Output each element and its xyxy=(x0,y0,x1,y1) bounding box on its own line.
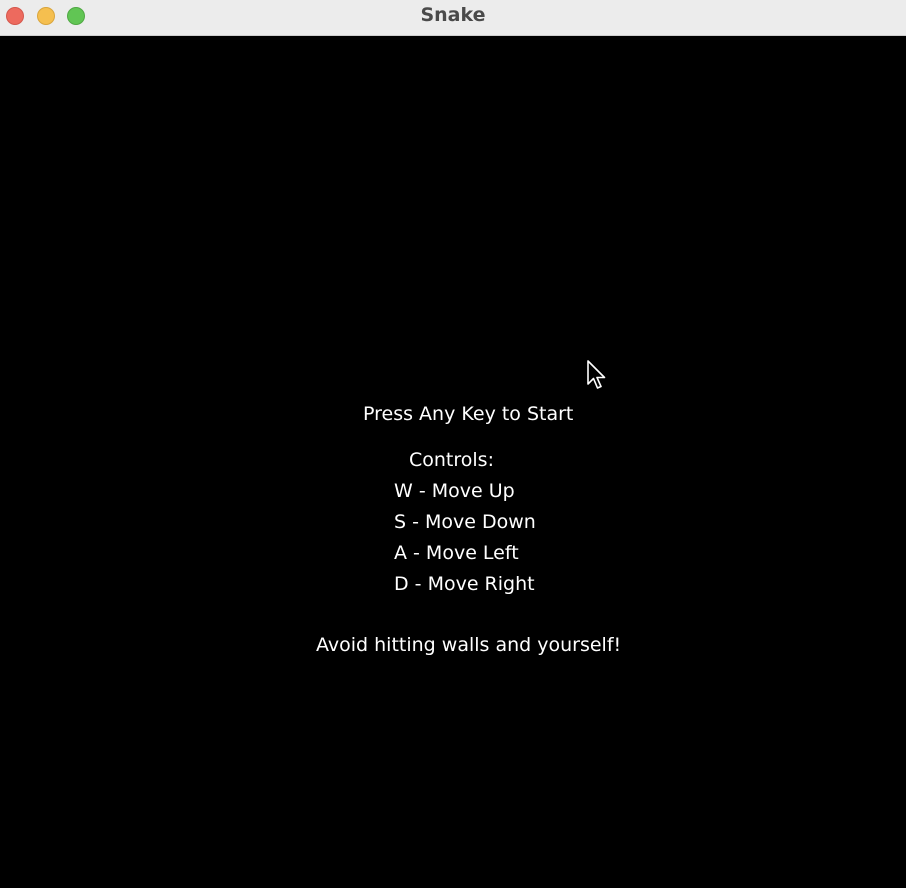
start-prompt: Press Any Key to Start xyxy=(363,403,574,425)
control-line-left: A - Move Left xyxy=(394,542,519,564)
mouse-pointer-icon xyxy=(587,360,606,389)
control-line-right: D - Move Right xyxy=(394,573,535,595)
control-line-down: S - Move Down xyxy=(394,511,536,533)
game-canvas[interactable]: Press Any Key to Start Controls: W - Mov… xyxy=(0,36,906,888)
control-line-up: W - Move Up xyxy=(394,480,515,502)
title-bar[interactable]: Snake xyxy=(0,0,906,36)
controls-heading: Controls: xyxy=(409,449,494,471)
warning-text: Avoid hitting walls and yourself! xyxy=(316,634,622,656)
window-title: Snake xyxy=(420,4,486,26)
snake-window: Snake Press Any Key to Start Controls: W… xyxy=(0,0,906,888)
